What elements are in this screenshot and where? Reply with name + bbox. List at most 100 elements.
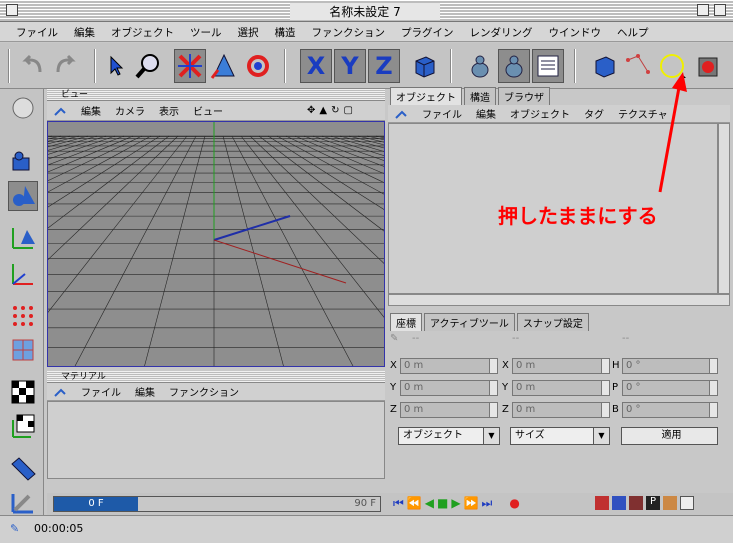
texture-mode-button[interactable] [8, 411, 38, 441]
material-menu-function[interactable]: ファンクション [169, 384, 239, 399]
maximize-view-icon[interactable]: ▢ [343, 105, 352, 116]
object-menu-object[interactable]: オブジェクト [510, 106, 570, 121]
object-menu-edit[interactable]: 編集 [476, 106, 496, 121]
axis-mode-button[interactable] [8, 223, 38, 253]
spinner-icon[interactable] [601, 381, 609, 395]
viewport-menu-edit[interactable]: 編集 [81, 103, 101, 118]
position-key-icon[interactable] [595, 496, 609, 510]
pos-z-field[interactable]: 0 m [400, 402, 498, 418]
spinner-icon[interactable] [709, 381, 717, 395]
texture-axis-button[interactable] [8, 259, 38, 289]
material-list[interactable] [47, 401, 385, 479]
menu-window[interactable]: ウインドウ [541, 22, 610, 41]
redo-button[interactable] [50, 49, 82, 83]
scale-tool-button[interactable] [208, 49, 240, 83]
zoom-box-icon[interactable] [697, 4, 709, 16]
pos-x-field[interactable]: 0 m [400, 358, 498, 374]
play-icon[interactable]: ▶ [451, 496, 460, 511]
checker-texture-button[interactable] [8, 377, 38, 407]
menu-structure[interactable]: 構造 [267, 22, 304, 41]
rotation-key-icon[interactable] [629, 496, 643, 510]
primitive-cube-button[interactable] [588, 49, 620, 83]
rotate-view-icon[interactable]: ↻ [331, 105, 339, 116]
menu-plugin[interactable]: プラグイン [393, 22, 462, 41]
param-key-icon[interactable]: P [646, 496, 660, 510]
menu-function[interactable]: ファンクション [304, 22, 394, 41]
go-to-end-icon[interactable]: ⏭ [482, 496, 493, 511]
prev-key-icon[interactable]: ⏪ [407, 496, 422, 511]
select-pointer-button[interactable] [100, 49, 132, 83]
menu-edit[interactable]: 編集 [66, 22, 103, 41]
cinema-logo-button[interactable] [8, 93, 38, 123]
menu-object[interactable]: オブジェクト [103, 22, 182, 41]
undo-button[interactable] [16, 49, 48, 83]
next-key-icon[interactable]: ⏩ [464, 496, 479, 511]
model-tool-button[interactable] [8, 453, 38, 483]
spinner-icon[interactable] [709, 403, 717, 417]
y-axis-button[interactable]: Y [334, 49, 366, 83]
mode-select[interactable]: オブジェクト ▼ [398, 427, 500, 445]
polygon-mode-button[interactable] [8, 335, 38, 365]
size-z-field[interactable]: 0 m [512, 402, 610, 418]
menu-select[interactable]: 選択 [230, 22, 267, 41]
x-axis-button[interactable]: X [300, 49, 332, 83]
apply-button[interactable]: 適用 [621, 427, 718, 445]
go-to-start-icon[interactable]: ⏮ [393, 496, 404, 511]
step-back-icon[interactable]: ◀ [425, 496, 434, 511]
tab-coordinates[interactable]: 座標 [390, 313, 422, 331]
object-menu-file[interactable]: ファイル [422, 106, 462, 121]
pos-y-field[interactable]: 0 m [400, 380, 498, 396]
spinner-icon[interactable] [709, 359, 717, 373]
z-axis-button[interactable]: Z [368, 49, 400, 83]
size-y-field[interactable]: 0 m [512, 380, 610, 396]
zoom-view-icon[interactable]: ▲ [319, 105, 327, 116]
camera-mode-button[interactable] [8, 147, 38, 177]
render-active-view-button[interactable] [464, 49, 496, 83]
spinner-icon[interactable] [601, 403, 609, 417]
rot-h-field[interactable]: 0 ° [622, 358, 718, 374]
object-horizontal-scrollbar[interactable] [388, 294, 730, 306]
tab-structure[interactable]: 構造 [464, 87, 496, 105]
viewport-menu-camera[interactable]: カメラ [115, 103, 145, 118]
spinner-icon[interactable] [489, 381, 497, 395]
edit-tool-button[interactable] [8, 487, 38, 517]
spinner-icon[interactable] [489, 403, 497, 417]
render-settings-button[interactable] [532, 49, 564, 83]
viewport-canvas[interactable] [47, 121, 385, 367]
menu-help[interactable]: ヘルプ [609, 22, 657, 41]
material-menu-file[interactable]: ファイル [81, 384, 121, 399]
move-view-icon[interactable]: ✥ [307, 105, 315, 116]
points-mode-button[interactable] [8, 301, 38, 331]
timeline-slider[interactable]: 0 F 90 F [53, 496, 381, 512]
rot-b-field[interactable]: 0 ° [622, 402, 718, 418]
current-frame[interactable]: 0 F [54, 497, 138, 511]
render-region-button[interactable] [498, 49, 530, 83]
object-menu-tag[interactable]: タグ [584, 106, 604, 121]
scale-key-icon[interactable] [612, 496, 626, 510]
object-mode-button[interactable] [8, 181, 38, 211]
tab-browser[interactable]: ブラウザ [498, 87, 550, 105]
rotate-tool-button[interactable] [242, 49, 274, 83]
stop-icon[interactable]: ■ [437, 496, 448, 511]
menu-file[interactable]: ファイル [8, 22, 66, 41]
close-box-icon[interactable] [6, 4, 18, 16]
spinner-icon[interactable] [489, 359, 497, 373]
collapse-box-icon[interactable] [714, 4, 726, 16]
move-tool-button[interactable] [174, 49, 206, 83]
viewport-menu-display[interactable]: 表示 [159, 103, 179, 118]
record-icon[interactable]: ● [509, 496, 519, 511]
spinner-icon[interactable] [601, 359, 609, 373]
point-key-icon[interactable] [663, 496, 677, 510]
size-x-field[interactable]: 0 m [512, 358, 610, 374]
auto-key-icon[interactable] [680, 496, 694, 510]
menu-tools[interactable]: ツール [182, 22, 230, 41]
tab-snap-settings[interactable]: スナップ設定 [516, 313, 589, 331]
magnify-button[interactable] [132, 49, 164, 83]
viewport-menu-view[interactable]: ビュー [193, 103, 223, 118]
size-select[interactable]: サイズ ▼ [510, 427, 610, 445]
material-menu-edit[interactable]: 編集 [135, 384, 155, 399]
coordinate-system-button[interactable] [408, 49, 440, 83]
tab-objects[interactable]: オブジェクト [390, 87, 462, 105]
tab-active-tool[interactable]: アクティブツール [424, 313, 515, 331]
menu-render[interactable]: レンダリング [462, 22, 541, 41]
